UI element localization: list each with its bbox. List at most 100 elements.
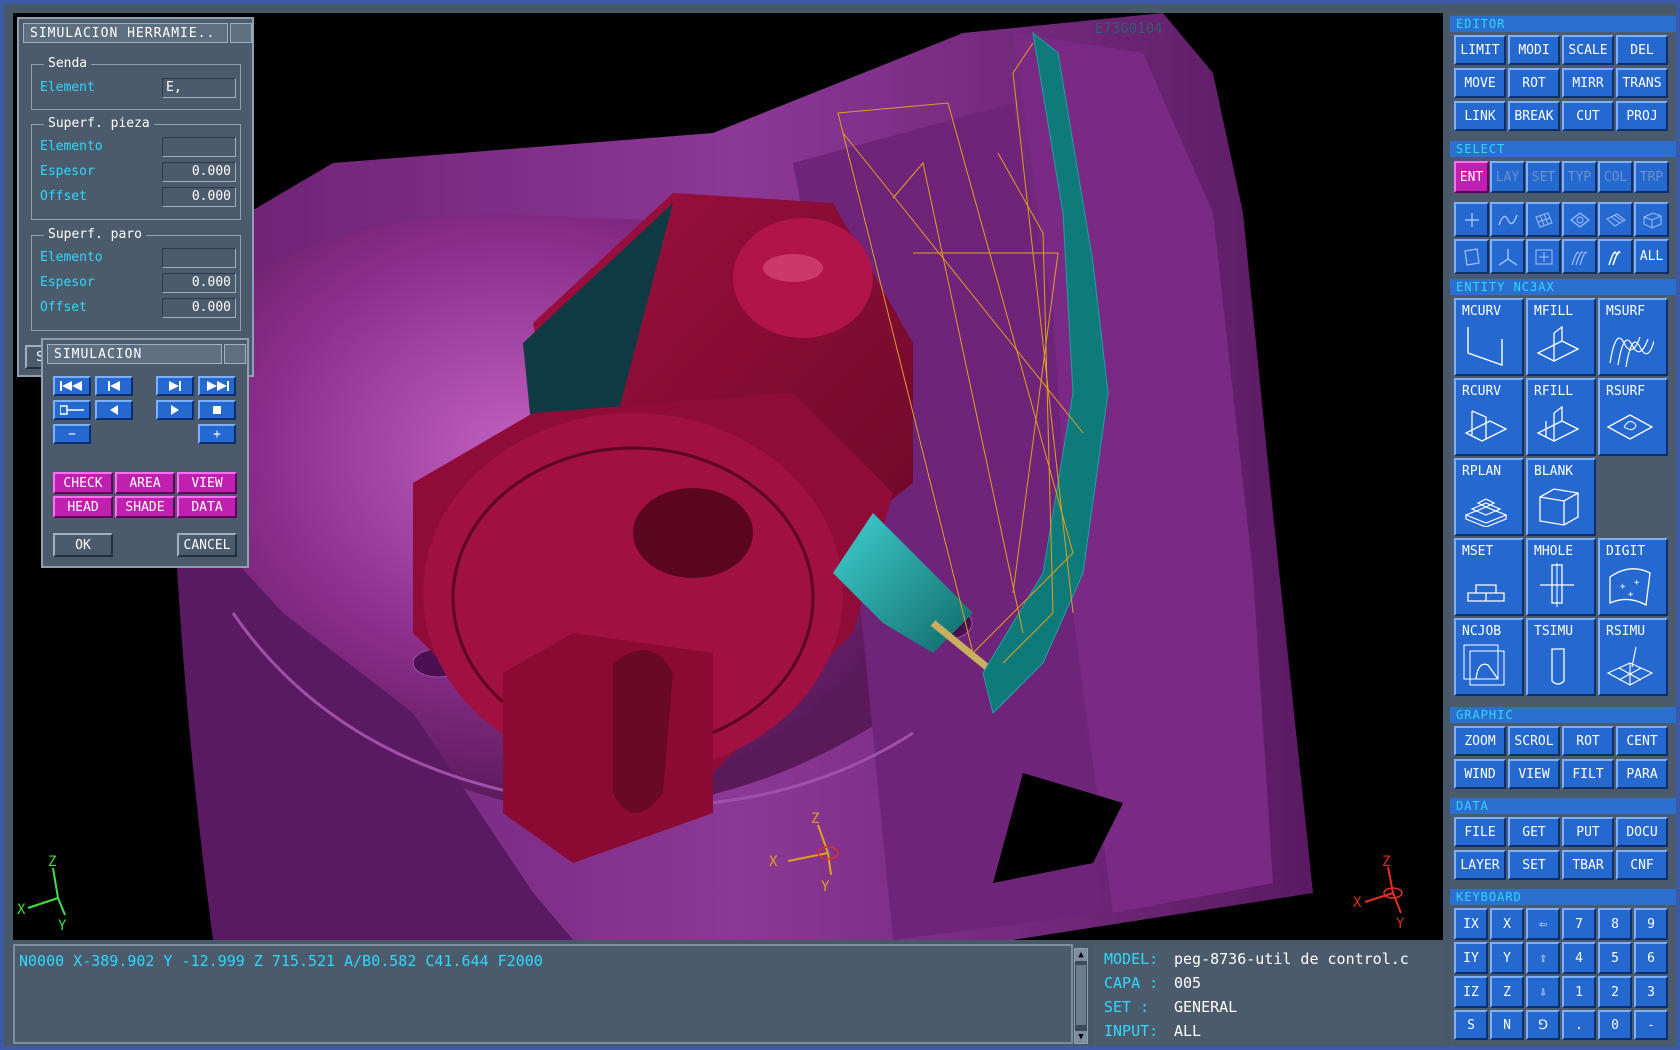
- entity-msurf-button[interactable]: MSURF: [1598, 298, 1668, 376]
- editor-trans-button[interactable]: TRANS: [1616, 68, 1668, 98]
- graphic-scrol-button[interactable]: SCROL: [1508, 726, 1560, 756]
- key-4[interactable]: 4: [1562, 942, 1596, 974]
- play-button[interactable]: [156, 400, 194, 420]
- console-scrollbar[interactable]: ▲ ▼: [1074, 948, 1088, 1044]
- select-typ-button[interactable]: TYP: [1562, 161, 1597, 193]
- entity-tsimu-button[interactable]: TSIMU: [1526, 618, 1596, 696]
- key-0[interactable]: 0: [1598, 1010, 1632, 1040]
- filter-toolpath-button[interactable]: [1598, 239, 1633, 274]
- check-button[interactable]: CHECK: [53, 472, 113, 494]
- nc-console[interactable]: N0000 X-389.902 Y -12.999 Z 715.521 A/B0…: [13, 944, 1073, 1044]
- key-8[interactable]: 8: [1598, 908, 1632, 940]
- select-lay-button[interactable]: LAY: [1490, 161, 1525, 193]
- data-docu-button[interactable]: DOCU: [1616, 817, 1668, 847]
- key-minus[interactable]: -: [1634, 1010, 1668, 1040]
- key-x[interactable]: X: [1490, 908, 1524, 940]
- entity-mcurv-button[interactable]: MCURV: [1454, 298, 1524, 376]
- editor-scale-button[interactable]: SCALE: [1562, 35, 1614, 65]
- key-iy[interactable]: IY: [1454, 942, 1488, 974]
- entity-rplan-button[interactable]: RPLAN: [1454, 458, 1524, 536]
- key-n[interactable]: N: [1490, 1010, 1524, 1040]
- tool-simulation-dialog-close-button[interactable]: [230, 23, 252, 43]
- data-put-button[interactable]: PUT: [1562, 817, 1614, 847]
- paro-elemento-field[interactable]: [162, 248, 236, 268]
- data-button[interactable]: DATA: [177, 496, 237, 518]
- editor-modi-button[interactable]: MODI: [1508, 35, 1560, 65]
- graphic-cent-button[interactable]: CENT: [1616, 726, 1668, 756]
- filter-curve-button[interactable]: [1490, 202, 1525, 237]
- entity-mhole-button[interactable]: MHOLE: [1526, 538, 1596, 616]
- key-3[interactable]: 3: [1634, 976, 1668, 1008]
- tool-simulation-dialog-title[interactable]: SIMULACION HERRAMIE..: [23, 23, 228, 43]
- faster-button[interactable]: +: [198, 424, 236, 444]
- key-9[interactable]: 9: [1634, 908, 1668, 940]
- filter-all-button[interactable]: ALL: [1634, 239, 1669, 274]
- entity-mfill-button[interactable]: MFILL: [1526, 298, 1596, 376]
- scroll-up-icon[interactable]: ▲: [1075, 949, 1087, 961]
- scroll-down-icon[interactable]: ▼: [1075, 1031, 1087, 1043]
- key-iz[interactable]: IZ: [1454, 976, 1488, 1008]
- data-set-button[interactable]: SET: [1508, 850, 1560, 880]
- filter-dimension-button[interactable]: [1526, 239, 1561, 274]
- key-y[interactable]: Y: [1490, 942, 1524, 974]
- editor-break-button[interactable]: BREAK: [1508, 101, 1560, 131]
- select-set-button[interactable]: SET: [1526, 161, 1561, 193]
- editor-mirr-button[interactable]: MIRR: [1562, 68, 1614, 98]
- entity-blank-button[interactable]: BLANK: [1526, 458, 1596, 536]
- view-button[interactable]: VIEW: [177, 472, 237, 494]
- step-forward-end-button[interactable]: [156, 376, 194, 396]
- entity-mset-button[interactable]: MSET: [1454, 538, 1524, 616]
- scroll-thumb[interactable]: [1076, 965, 1086, 1025]
- ok-button[interactable]: OK: [53, 533, 113, 557]
- simulation-dialog-close-button[interactable]: [224, 344, 246, 364]
- simulation-dialog-title[interactable]: SIMULACION: [47, 344, 222, 364]
- key-arrow-left[interactable]: ⇦: [1526, 908, 1560, 940]
- forward-end-button[interactable]: [198, 376, 236, 396]
- filter-axis-button[interactable]: [1490, 239, 1525, 274]
- filter-mesh-button[interactable]: [1598, 202, 1633, 237]
- graphic-zoom-button[interactable]: ZOOM: [1454, 726, 1506, 756]
- pieza-elemento-field[interactable]: [162, 137, 236, 157]
- entity-ncjob-button[interactable]: NCJOB: [1454, 618, 1524, 696]
- stop-button[interactable]: [198, 400, 236, 420]
- shade-button[interactable]: SHADE: [115, 496, 175, 518]
- key-2[interactable]: 2: [1598, 976, 1632, 1008]
- speed-slider-button[interactable]: [53, 400, 91, 420]
- entity-rcurv-button[interactable]: RCURV: [1454, 378, 1524, 456]
- filter-point-button[interactable]: [1454, 202, 1489, 237]
- key-arrow-up[interactable]: ⇧: [1526, 942, 1560, 974]
- key-dot[interactable]: .: [1562, 1010, 1596, 1040]
- paro-espesor-field[interactable]: 0.000: [162, 273, 236, 293]
- slower-button[interactable]: −: [53, 424, 91, 444]
- pieza-espesor-field[interactable]: 0.000: [162, 162, 236, 182]
- pieza-offset-field[interactable]: 0.000: [162, 187, 236, 207]
- entity-rsimu-button[interactable]: RSIMU: [1598, 618, 1668, 696]
- filter-face-button[interactable]: [1562, 202, 1597, 237]
- filter-plane-button[interactable]: [1454, 239, 1489, 274]
- key-1[interactable]: 1: [1562, 976, 1596, 1008]
- key-special[interactable]: ⅁: [1526, 1010, 1560, 1040]
- filter-hatch-button[interactable]: [1562, 239, 1597, 274]
- data-tbar-button[interactable]: TBAR: [1562, 850, 1614, 880]
- filter-solid-button[interactable]: [1634, 202, 1669, 237]
- area-button[interactable]: AREA: [115, 472, 175, 494]
- entity-digit-button[interactable]: DIGIT + + +: [1598, 538, 1668, 616]
- key-5[interactable]: 5: [1598, 942, 1632, 974]
- editor-proj-button[interactable]: PROJ: [1616, 101, 1668, 131]
- paro-offset-field[interactable]: 0.000: [162, 298, 236, 318]
- data-file-button[interactable]: FILE: [1454, 817, 1506, 847]
- editor-rot-button[interactable]: ROT: [1508, 68, 1560, 98]
- cancel-button[interactable]: CANCEL: [177, 533, 237, 557]
- rewind-start-button[interactable]: [53, 376, 91, 396]
- graphic-filt-button[interactable]: FILT: [1562, 759, 1614, 789]
- select-trp-button[interactable]: TRP: [1634, 161, 1669, 193]
- key-ix[interactable]: IX: [1454, 908, 1488, 940]
- graphic-view-button[interactable]: VIEW: [1508, 759, 1560, 789]
- editor-link-button[interactable]: LINK: [1454, 101, 1506, 131]
- select-ent-button[interactable]: ENT: [1454, 161, 1489, 193]
- head-button[interactable]: HEAD: [53, 496, 113, 518]
- select-col-button[interactable]: COL: [1598, 161, 1633, 193]
- data-get-button[interactable]: GET: [1508, 817, 1560, 847]
- editor-cut-button[interactable]: CUT: [1562, 101, 1614, 131]
- key-s[interactable]: S: [1454, 1010, 1488, 1040]
